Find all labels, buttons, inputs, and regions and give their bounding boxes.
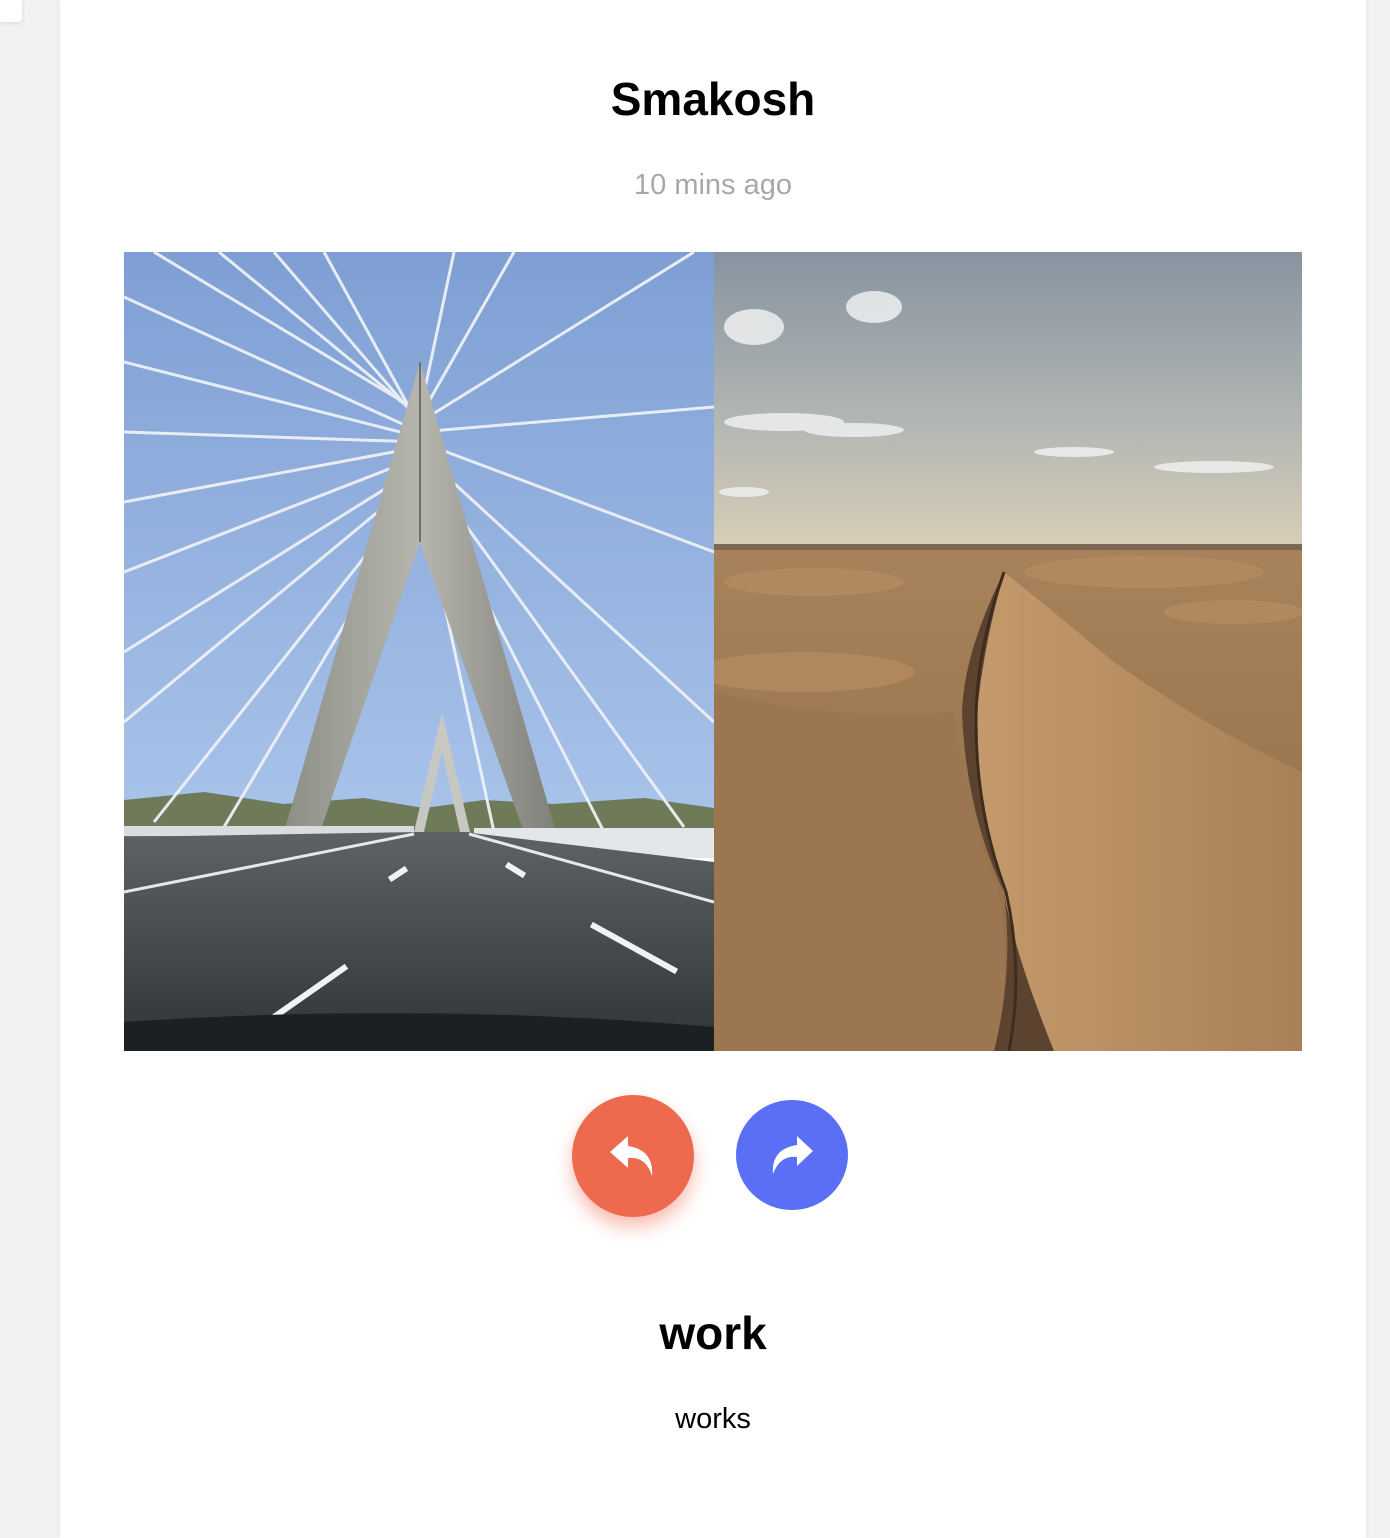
gallery-image-desert[interactable] (714, 252, 1302, 1051)
post-author: Smakosh (610, 73, 816, 125)
post-timestamp: 10 mins ago (634, 169, 792, 201)
bridge-photo (124, 252, 714, 1051)
caption-title: work (659, 1307, 767, 1359)
previous-button[interactable] (572, 1095, 694, 1217)
image-gallery (124, 252, 1302, 1051)
gallery-image-bridge[interactable] (124, 252, 714, 1051)
next-button[interactable] (736, 1100, 848, 1210)
caption-text: works (675, 1403, 751, 1435)
share-arrow-icon (772, 1136, 813, 1174)
post-card: Smakosh 10 mins ago work works (60, 0, 1366, 1538)
reply-arrow-icon (610, 1136, 653, 1176)
desert-photo (714, 252, 1302, 1051)
side-tab[interactable] (0, 0, 22, 22)
